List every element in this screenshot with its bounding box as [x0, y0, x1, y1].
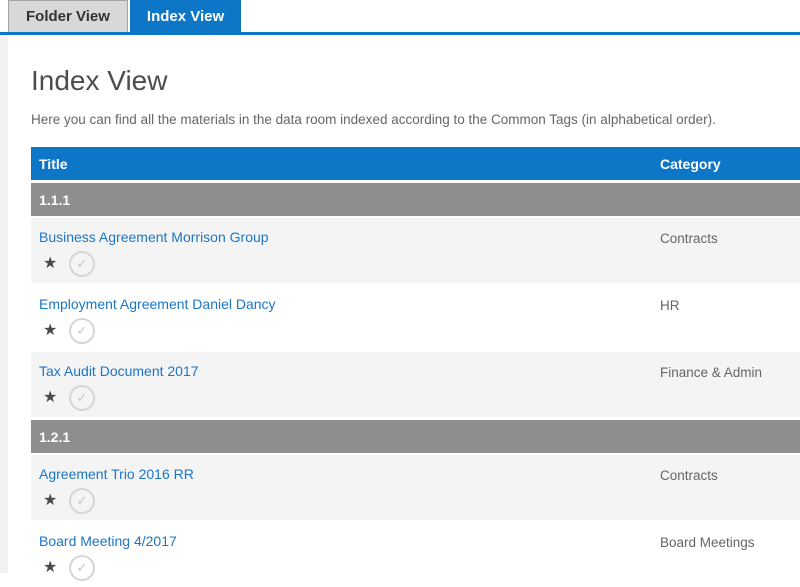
document-link[interactable]: Tax Audit Document 2017	[39, 363, 199, 379]
star-icon[interactable]: ★	[39, 256, 61, 272]
table-row: Board Meeting 4/2017★✓Board Meetings	[31, 522, 800, 587]
document-link[interactable]: Business Agreement Morrison Group	[39, 229, 269, 245]
main-content: Index View Here you can find all the mat…	[0, 65, 800, 587]
column-header-title: Title	[39, 156, 68, 172]
document-link[interactable]: Employment Agreement Daniel Dancy	[39, 296, 276, 312]
check-circle-icon[interactable]: ✓	[69, 251, 95, 277]
table-row: Business Agreement Morrison Group★✓Contr…	[31, 218, 800, 283]
check-circle-icon[interactable]: ✓	[69, 318, 95, 344]
page-title: Index View	[31, 65, 800, 97]
check-circle-icon[interactable]: ✓	[69, 488, 95, 514]
column-header-category: Category	[660, 156, 721, 172]
row-category: Contracts	[660, 468, 718, 483]
left-edge-strip	[0, 35, 8, 573]
row-icons: ★✓	[39, 487, 800, 515]
section-header-row: 1.1.1	[31, 183, 800, 216]
accent-divider	[0, 32, 800, 35]
row-icons: ★✓	[39, 250, 800, 278]
tab-folder-view[interactable]: Folder View	[8, 0, 128, 32]
row-icons: ★✓	[39, 317, 800, 345]
star-icon[interactable]: ★	[39, 493, 61, 509]
section-header-row: 1.2.1	[31, 420, 800, 453]
row-icons: ★✓	[39, 384, 800, 412]
row-category: HR	[660, 298, 680, 313]
page-description: Here you can find all the materials in t…	[31, 112, 800, 127]
table-body: 1.1.1Business Agreement Morrison Group★✓…	[31, 183, 800, 587]
star-icon[interactable]: ★	[39, 390, 61, 406]
document-link[interactable]: Board Meeting 4/2017	[39, 533, 177, 549]
check-circle-icon[interactable]: ✓	[69, 385, 95, 411]
row-category: Finance & Admin	[660, 365, 762, 380]
row-category: Contracts	[660, 231, 718, 246]
row-category: Board Meetings	[660, 535, 755, 550]
table-header-row: Title Category	[31, 147, 800, 180]
row-icons: ★✓	[39, 554, 800, 582]
index-table: Title Category 1.1.1 Business Agreement M…	[31, 147, 800, 587]
tab-bar: Folder View Index View	[0, 0, 800, 32]
document-link[interactable]: Agreement Trio 2016 RR	[39, 466, 194, 482]
check-circle-icon[interactable]: ✓	[69, 555, 95, 581]
star-icon[interactable]: ★	[39, 560, 61, 576]
table-row: Tax Audit Document 2017★✓Finance & Admin	[31, 352, 800, 417]
star-icon[interactable]: ★	[39, 323, 61, 339]
table-row: Employment Agreement Daniel Dancy★✓HR	[31, 285, 800, 350]
table-row: Agreement Trio 2016 RR★✓Contracts	[31, 455, 800, 520]
tab-index-view[interactable]: Index View	[130, 0, 241, 32]
